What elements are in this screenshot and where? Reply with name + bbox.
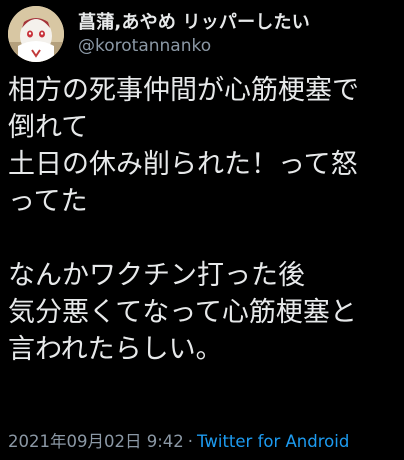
tweet-text: 相方の死事仲間が心筋梗塞で 倒れて 土日の休み削られた！って怒 ってた なんかワ… [8, 72, 400, 368]
tweet-card: 菖蒲,あやめ リッパーしたい @korotannanko 相方の死事仲間が心筋梗… [0, 0, 404, 460]
tweet-line: 言われたらしい。 [8, 334, 223, 365]
tweet-timestamp[interactable]: 2021年09月02日 9:42 [8, 432, 184, 451]
tweet-line: 土日の休み削られた！って怒 [8, 149, 358, 180]
tweet-line: ってた [8, 186, 88, 217]
character-avatar-icon [8, 6, 64, 62]
tweet-source-link[interactable]: Twitter for Android [197, 432, 349, 451]
tweet-line: 気分悪くてなって心筋梗塞と [8, 297, 357, 328]
tweet-line: 倒れて [8, 112, 89, 143]
tweet-line: なんかワクチン打った後 [8, 260, 305, 291]
meta-separator: · [187, 432, 194, 451]
author-display-name[interactable]: 菖蒲,あやめ リッパーしたい [78, 8, 310, 34]
avatar[interactable] [8, 6, 64, 62]
author-handle[interactable]: @korotannanko [78, 36, 211, 56]
tweet-line: 相方の死事仲間が心筋梗塞で [8, 75, 359, 106]
tweet-meta: 2021年09月02日 9:42 · Twitter for Android [8, 428, 349, 452]
